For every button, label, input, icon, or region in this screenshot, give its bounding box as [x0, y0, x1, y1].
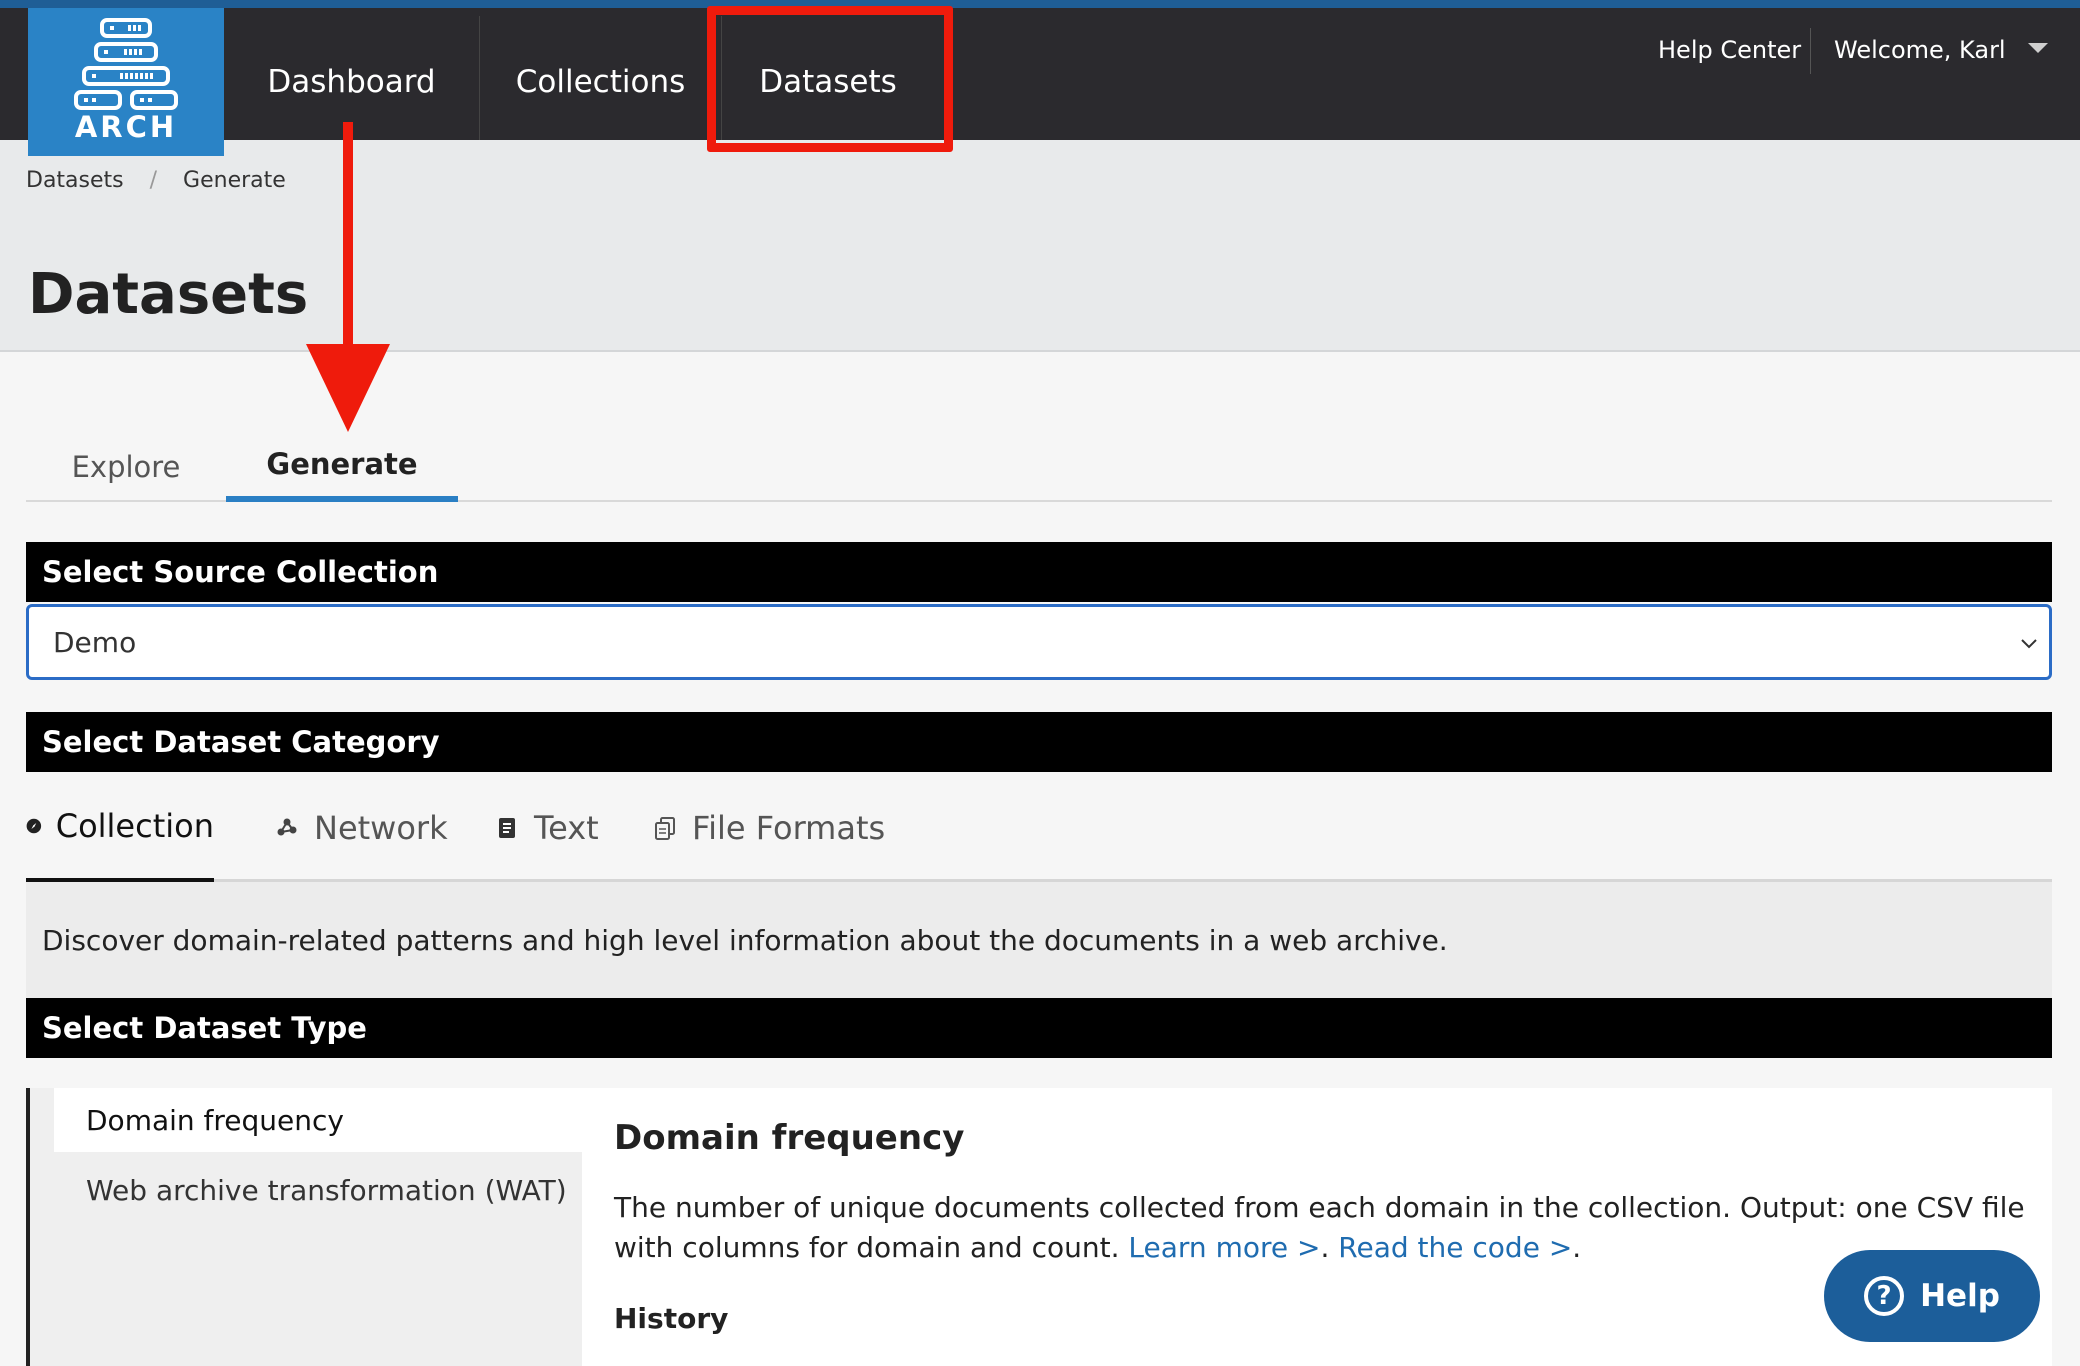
category-tab-collection[interactable]: Collection: [26, 774, 214, 882]
detail-description: The number of unique documents collected…: [614, 1188, 2034, 1268]
source-collection-select[interactable]: Demo: [26, 604, 2052, 680]
category-tabs: Collection Network Text File Formats: [26, 774, 2052, 882]
nav-datasets[interactable]: Datasets: [722, 16, 934, 148]
dataset-type-wat[interactable]: Web archive transformation (WAT): [54, 1154, 586, 1226]
dataset-tabs: Explore Generate: [26, 432, 2052, 502]
dataset-type-panel: Domain frequency Web archive transformat…: [26, 1088, 2052, 1366]
logo-text: ARCH: [74, 110, 178, 144]
page-title: Datasets: [28, 262, 309, 327]
source-collection-value: Demo: [53, 625, 137, 659]
arrow-annotation-icon: [306, 122, 390, 432]
document-icon: [499, 818, 515, 838]
category-label: Text: [534, 809, 599, 847]
dataset-type-detail: Domain frequency The number of unique do…: [582, 1088, 2052, 1366]
nav-divider: [1810, 28, 1811, 74]
learn-more-link[interactable]: Learn more >: [1128, 1231, 1320, 1264]
source-collection-heading: Select Source Collection: [26, 542, 2052, 602]
chevron-down-icon: [2027, 43, 2048, 53]
punctuation: .: [1320, 1231, 1339, 1264]
tab-explore[interactable]: Explore: [26, 432, 226, 502]
history-heading: History: [614, 1302, 729, 1335]
user-menu[interactable]: Welcome, Karl: [1834, 36, 2048, 64]
category-tab-network[interactable]: Network: [274, 774, 448, 882]
welcome-text: Welcome, Karl: [1834, 36, 2006, 64]
dataset-type-domain-frequency[interactable]: Domain frequency: [54, 1088, 586, 1152]
help-center-link[interactable]: Help Center: [1658, 36, 1801, 64]
breadcrumb-separator: /: [149, 168, 158, 193]
dataset-category-heading: Select Dataset Category: [26, 712, 2052, 772]
dataset-type-list: Domain frequency Web archive transformat…: [26, 1088, 586, 1366]
detail-title: Domain frequency: [614, 1118, 965, 1158]
category-label: Collection: [55, 807, 214, 845]
help-button[interactable]: ? Help: [1824, 1250, 2040, 1342]
tab-generate[interactable]: Generate: [226, 432, 458, 502]
server-stack-icon: [74, 18, 178, 110]
network-icon: [277, 818, 297, 836]
category-description: Discover domain-related patterns and hig…: [26, 882, 2052, 998]
top-navigation: ARCH Dashboard Collections Datasets Help…: [0, 0, 2080, 156]
category-label: Network: [314, 809, 448, 847]
category-tab-file-formats[interactable]: File Formats: [652, 774, 885, 882]
breadcrumb: Datasets / Generate: [26, 168, 286, 193]
chevron-down-icon: [2021, 639, 2037, 649]
breadcrumb-generate: Generate: [183, 168, 286, 193]
nav-collections[interactable]: Collections: [480, 16, 722, 148]
dataset-type-heading: Select Dataset Type: [26, 998, 2052, 1058]
compass-icon: [26, 818, 42, 834]
question-circle-icon: ?: [1864, 1276, 1905, 1316]
breadcrumb-datasets[interactable]: Datasets: [26, 168, 124, 193]
punctuation: .: [1572, 1231, 1582, 1264]
read-code-link[interactable]: Read the code >: [1338, 1231, 1572, 1264]
category-tab-text[interactable]: Text: [494, 774, 599, 882]
help-label: Help: [1920, 1278, 2000, 1314]
category-label: File Formats: [692, 809, 886, 847]
arch-logo[interactable]: ARCH: [28, 8, 224, 156]
file-formats-icon: [655, 817, 675, 840]
